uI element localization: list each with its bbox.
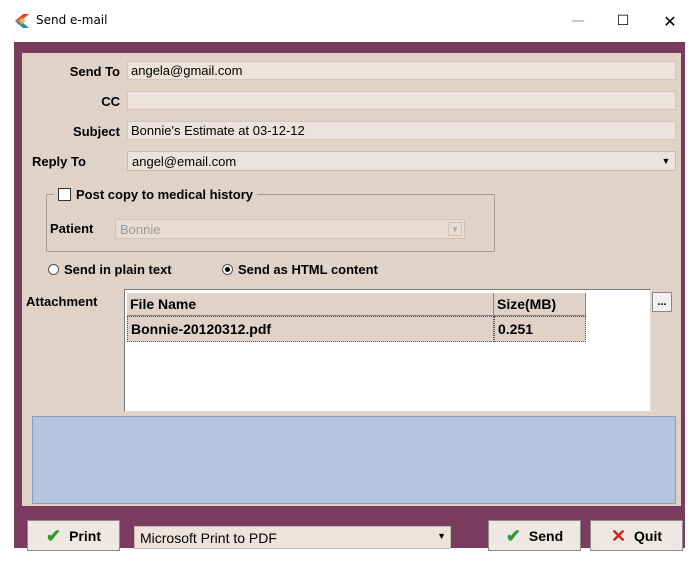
browse-attachment-button[interactable]: ... xyxy=(652,292,672,312)
html-content-label: Send as HTML content xyxy=(238,262,378,277)
html-content-option[interactable]: Send as HTML content xyxy=(222,262,378,277)
column-header-size[interactable]: Size(MB) xyxy=(494,293,586,316)
column-header-file-name[interactable]: File Name xyxy=(127,293,494,316)
send-to-label: Send To xyxy=(69,64,120,79)
plain-text-radio[interactable] xyxy=(48,264,59,275)
dropdown-arrow-icon[interactable]: ▼ xyxy=(658,153,674,169)
minimize-button[interactable]: — xyxy=(555,0,601,42)
send-to-field[interactable]: angela@gmail.com xyxy=(127,61,676,80)
dropdown-arrow-icon: ▼ xyxy=(448,222,462,236)
dropdown-arrow-icon[interactable]: ▼ xyxy=(437,531,446,541)
post-copy-label: Post copy to medical history xyxy=(76,187,253,202)
quit-label: Quit xyxy=(634,527,663,544)
attachment-file-name: Bonnie-20120312.pdf xyxy=(127,316,494,342)
attachment-label: Attachment xyxy=(26,294,98,309)
x-icon: ✕ xyxy=(610,525,627,546)
patient-value: Bonnie xyxy=(120,222,161,237)
quit-button[interactable]: ✕ Quit xyxy=(590,520,683,551)
message-body-area[interactable] xyxy=(32,416,676,504)
checkmark-icon: ✔ xyxy=(505,525,521,546)
patient-label: Patient xyxy=(50,221,94,236)
print-button[interactable]: ✔ Print xyxy=(27,520,120,551)
reply-to-label: Reply To xyxy=(32,154,86,169)
attachment-grid-header: File Name Size(MB) xyxy=(127,293,586,316)
post-copy-checkbox[interactable] xyxy=(58,188,71,201)
html-content-radio[interactable] xyxy=(222,264,233,275)
plain-text-label: Send in plain text xyxy=(64,262,172,277)
table-row[interactable]: Bonnie-20120312.pdf 0.251 xyxy=(127,316,586,342)
send-button[interactable]: ✔ Send xyxy=(488,520,581,551)
subject-label: Subject xyxy=(73,124,120,139)
reply-to-value: angel@email.com xyxy=(132,154,237,169)
send-email-window: Send e-mail — ☐ ✕ Send To angela@gmail.c… xyxy=(0,0,699,562)
printer-value: Microsoft Print to PDF xyxy=(140,530,277,546)
cc-label: CC xyxy=(101,94,120,109)
maximize-button[interactable]: ☐ xyxy=(600,0,646,42)
window-title: Send e-mail xyxy=(36,13,108,27)
app-logo-icon xyxy=(15,14,29,28)
post-copy-checkbox-row[interactable]: Post copy to medical history xyxy=(54,187,257,202)
printer-select[interactable]: Microsoft Print to PDF ▼ xyxy=(134,526,451,549)
title-bar: Send e-mail — ☐ ✕ xyxy=(0,0,699,42)
close-button[interactable]: ✕ xyxy=(647,0,693,42)
reply-to-select[interactable]: angel@email.com ▼ xyxy=(127,151,676,171)
send-label: Send xyxy=(528,527,564,544)
plain-text-option[interactable]: Send in plain text xyxy=(48,262,172,277)
patient-select: Bonnie ▼ xyxy=(115,219,465,239)
checkmark-icon: ✔ xyxy=(46,525,62,546)
cc-field[interactable] xyxy=(127,91,676,110)
attachment-size: 0.251 xyxy=(494,316,586,342)
subject-field[interactable]: Bonnie's Estimate at 03-12-12 xyxy=(127,121,676,140)
radio-selected-dot xyxy=(225,267,230,272)
print-label: Print xyxy=(69,527,101,544)
